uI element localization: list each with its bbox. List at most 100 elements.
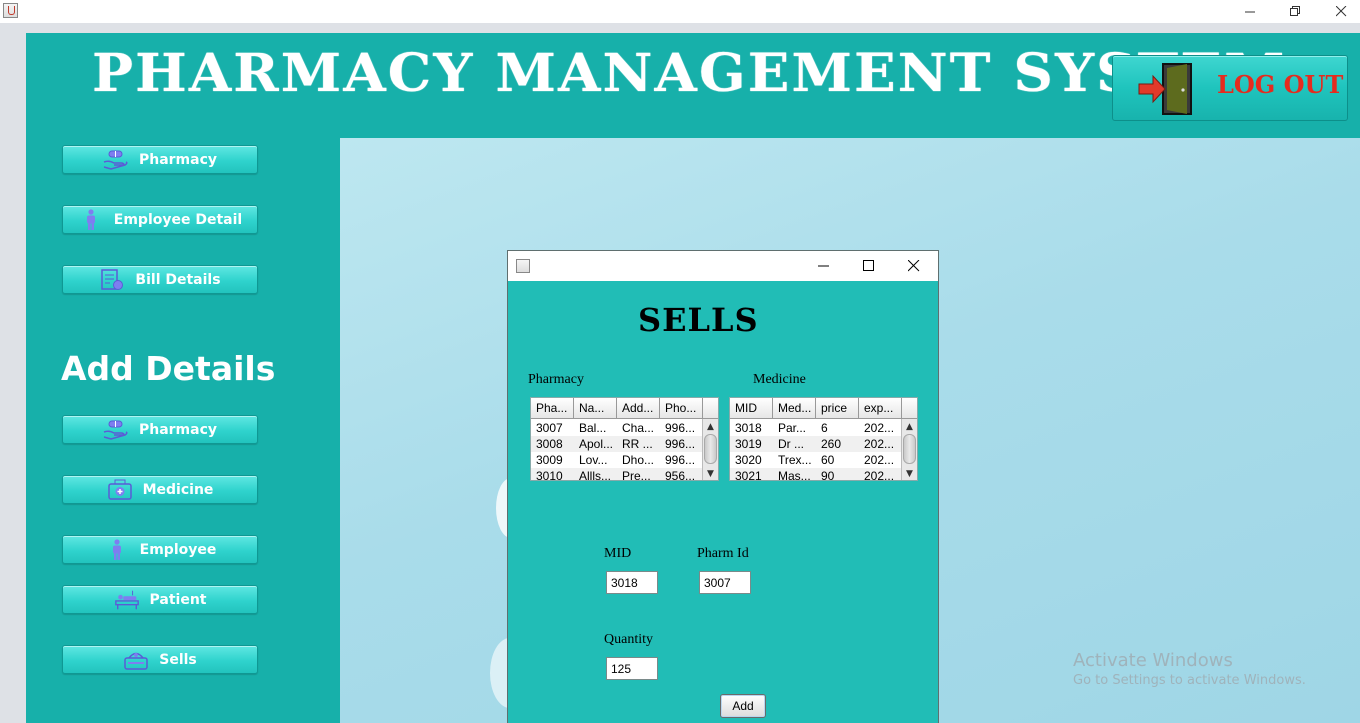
scroll-thumb[interactable]: [903, 434, 916, 464]
table-cell: Dr ...: [778, 437, 804, 451]
column-header[interactable]: Na...: [574, 398, 617, 419]
restore-icon: [1289, 6, 1300, 16]
sidebar-add-medicine[interactable]: Medicine: [62, 475, 258, 504]
table-row[interactable]: 3010 Allls... Pre... 956...: [531, 468, 704, 481]
table-header: MID Med... price exp...: [730, 398, 903, 419]
scroll-thumb[interactable]: [704, 434, 717, 464]
mid-field[interactable]: 3018: [606, 571, 658, 594]
pill-hand-icon: [103, 149, 129, 171]
table-cell: 996...: [665, 421, 696, 435]
scroll-down-arrow-icon[interactable]: ▼: [703, 468, 718, 480]
sidebar-add-patient[interactable]: Patient: [62, 585, 258, 614]
table-cell: Cha...: [622, 421, 655, 435]
pharmacy-table[interactable]: Pha... Na... Add... Pho... 3007 Bal... C…: [530, 397, 719, 481]
sells-title: SELLS: [638, 301, 759, 339]
table-row[interactable]: 3008 Apol... RR ... 996...: [531, 436, 704, 452]
java-app-icon: [516, 259, 530, 273]
dialog-minimize-button[interactable]: [813, 255, 835, 277]
dialog-body: SELLS Pharmacy Medicine Pha... Na... Add…: [508, 281, 938, 723]
column-header[interactable]: price: [816, 398, 859, 419]
table-cell: 3010: [536, 469, 563, 481]
sidebar-add-employee[interactable]: Employee: [62, 535, 258, 564]
add-button[interactable]: Add: [720, 694, 766, 718]
scroll-up-arrow-icon[interactable]: ▲: [902, 421, 917, 433]
sidebar-add-pharmacy[interactable]: Pharmacy: [62, 415, 258, 444]
table-cell: Trex...: [778, 453, 812, 467]
table-corner: [702, 398, 718, 419]
table-row[interactable]: 3007 Bal... Cha... 996...: [531, 420, 704, 436]
table-cell: 260: [821, 437, 842, 451]
table-cell: 60: [821, 453, 835, 467]
medicine-label: Medicine: [753, 372, 806, 387]
table-row[interactable]: 3018 Par... 6 202...: [730, 420, 903, 436]
watermark-line1: Activate Windows: [1073, 650, 1233, 671]
table-row[interactable]: 3019 Dr ... 260 202...: [730, 436, 903, 452]
patient-bed-icon: [114, 589, 140, 611]
column-header[interactable]: Med...: [773, 398, 816, 419]
table-rows: 3018 Par... 6 202... 3019 Dr ... 260 202…: [730, 420, 903, 481]
column-header[interactable]: Pha...: [531, 398, 574, 419]
table-cell: 956...: [665, 469, 696, 481]
sidebar-item-label: Pharmacy: [138, 421, 218, 438]
dialog-close-button[interactable]: [903, 255, 925, 277]
mid-label: MID: [604, 546, 632, 561]
pill-hand-icon: [103, 419, 129, 441]
table-cell: Dho...: [622, 453, 655, 467]
table-corner: [901, 398, 917, 419]
minimize-button[interactable]: [1227, 0, 1273, 23]
dialog-maximize-button[interactable]: [858, 255, 880, 277]
table-cell: 202...: [864, 453, 895, 467]
table-cell: 3021: [735, 469, 762, 481]
table-cell: Apol...: [579, 437, 614, 451]
table-cell: 996...: [665, 437, 696, 451]
table-cell: Pre...: [622, 469, 651, 481]
table-cell: Mas...: [778, 469, 811, 481]
minimize-icon: [1244, 11, 1255, 13]
medicine-table[interactable]: MID Med... price exp... 3018 Par... 6 20…: [729, 397, 918, 481]
table-cell: Lov...: [579, 453, 608, 467]
sidebar-item-label: Patient: [149, 591, 207, 608]
table-row[interactable]: 3021 Mas... 90 202...: [730, 468, 903, 481]
column-header[interactable]: Pho...: [660, 398, 704, 419]
pharm-id-field[interactable]: 3007: [699, 571, 751, 594]
column-header[interactable]: Add...: [617, 398, 660, 419]
close-button[interactable]: [1318, 0, 1360, 23]
scroll-down-arrow-icon[interactable]: ▼: [902, 468, 917, 480]
table-row[interactable]: 3020 Trex... 60 202...: [730, 452, 903, 468]
table-cell: 202...: [864, 421, 895, 435]
quantity-field[interactable]: 125: [606, 657, 658, 680]
pharmacy-label: Pharmacy: [528, 372, 584, 387]
column-header[interactable]: exp...: [859, 398, 903, 419]
column-header[interactable]: MID: [730, 398, 773, 419]
sidebar-item-label: Employee: [139, 541, 217, 558]
app-title: PHARMACY MANAGEMENT SYSTEM: [92, 43, 1287, 104]
close-icon: [1335, 6, 1346, 17]
table-cell: 3018: [735, 421, 762, 435]
sidebar-item-pharmacy[interactable]: Pharmacy: [62, 145, 258, 174]
table-header: Pha... Na... Add... Pho...: [531, 398, 704, 419]
person-icon: [104, 538, 130, 561]
table-cell: 3008: [536, 437, 563, 451]
minimize-icon: [818, 265, 829, 267]
window-titlebar: [0, 0, 1360, 23]
table-row[interactable]: 3009 Lov... Dho... 996...: [531, 452, 704, 468]
table-cell: RR ...: [622, 437, 653, 451]
sidebar-item-label: Medicine: [142, 481, 214, 498]
pharm-id-label: Pharm Id: [697, 546, 749, 561]
top-gap: [26, 23, 1360, 33]
sidebar-item-employee-detail[interactable]: Employee Detail: [62, 205, 258, 234]
table-cell: 3007: [536, 421, 563, 435]
table-cell: 6: [821, 421, 828, 435]
restore-button[interactable]: [1272, 0, 1318, 23]
person-icon: [78, 208, 104, 231]
table-cell: 3009: [536, 453, 563, 467]
logout-button[interactable]: LOG OUT: [1112, 55, 1348, 121]
sidebar-item-bill-details[interactable]: Bill Details: [62, 265, 258, 294]
sidebar-item-label: Sells: [159, 651, 197, 668]
table-scrollbar[interactable]: ▲ ▼: [901, 419, 917, 480]
scroll-up-arrow-icon[interactable]: ▲: [703, 421, 718, 433]
sidebar-add-sells[interactable]: Sells: [62, 645, 258, 674]
table-scrollbar[interactable]: ▲ ▼: [702, 419, 718, 480]
cart-icon: [123, 649, 149, 671]
java-app-icon: [3, 3, 18, 18]
